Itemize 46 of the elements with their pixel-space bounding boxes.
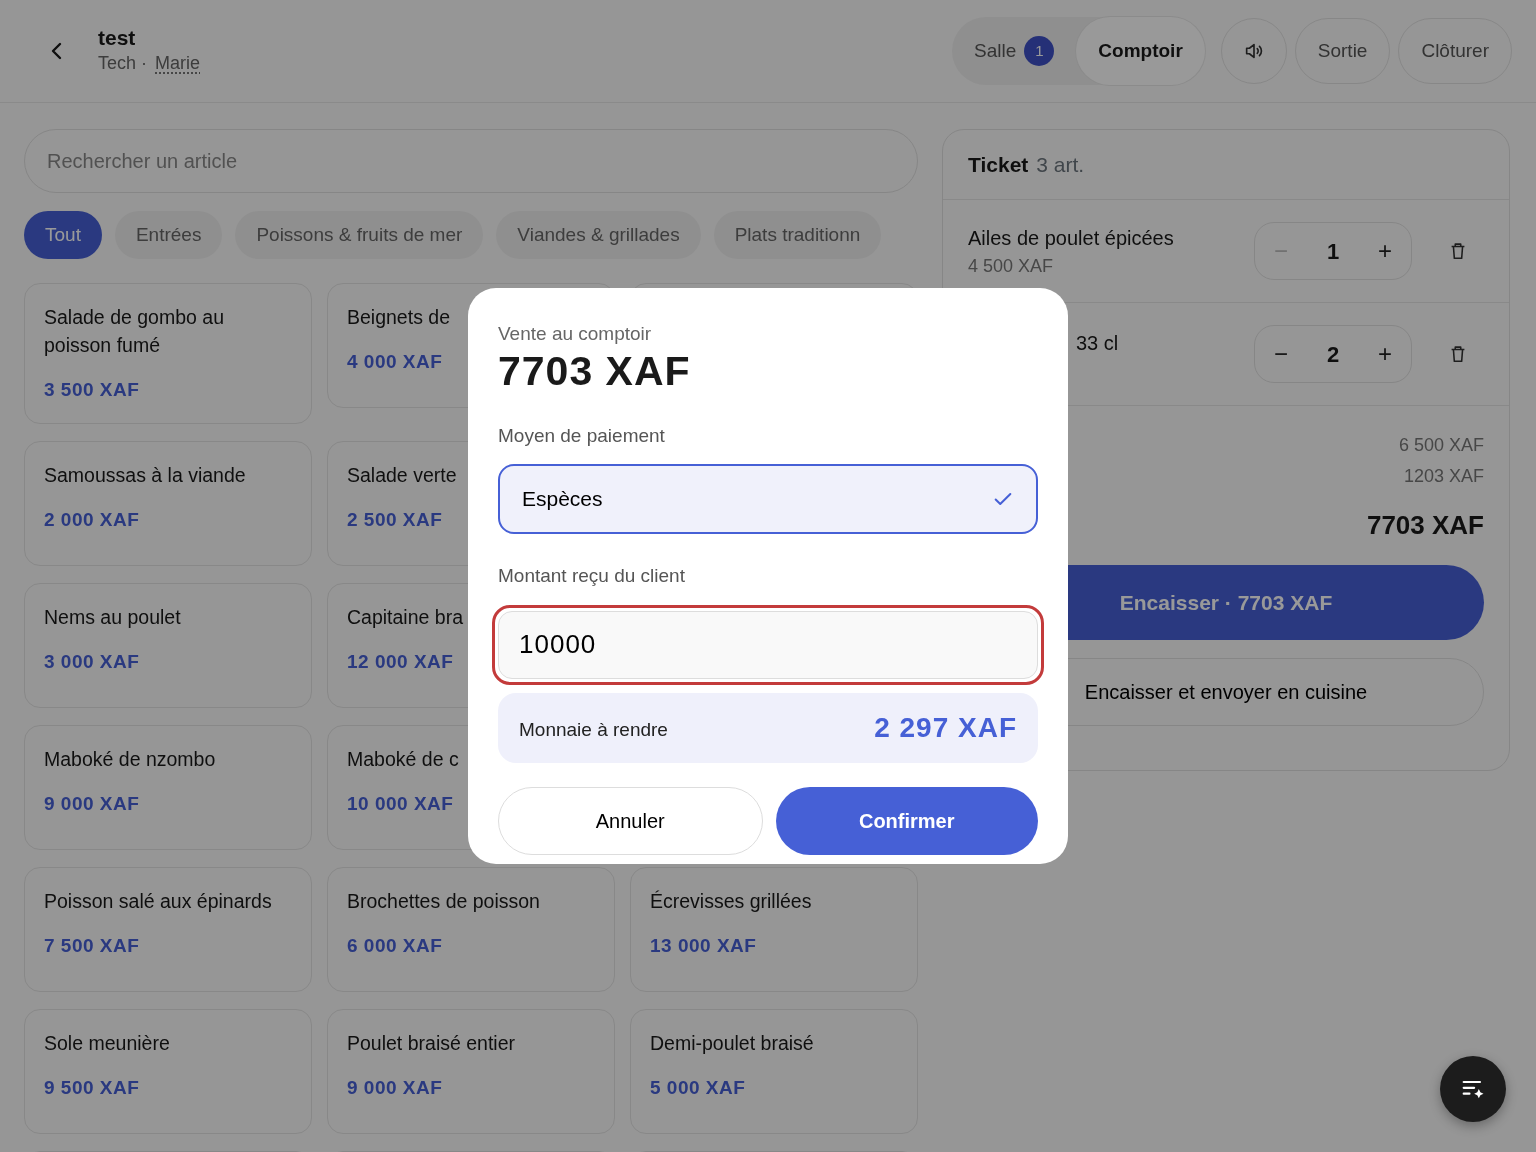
ticket-title: Ticket (968, 151, 1029, 178)
product-name: Poulet braisé entier (347, 1031, 516, 1054)
product-name: Salade de gombo au poisson fumé (44, 306, 224, 356)
product-price: 12 000 XAF (347, 650, 454, 672)
dialog-amount: 7703 XAF (498, 348, 692, 394)
product-price: 9 000 XAF (347, 1076, 443, 1098)
product-name: Salade verte (347, 463, 457, 486)
quantity-value: 2 (1325, 340, 1341, 369)
change-label: Monnaie à rendre (519, 718, 668, 743)
product-price: 7 500 XAF (44, 934, 140, 956)
line-name: 33 cl (1075, 331, 1120, 356)
product-name: Demi-poulet braisé (650, 1031, 814, 1054)
product-name: Écrevisses grillées (650, 889, 812, 912)
count-badge: 1 (1024, 36, 1055, 66)
product-name: Capitaine bra (347, 605, 463, 628)
product-price: 5 000 XAF (650, 1076, 746, 1098)
subtotal-value: 1203 XAF (1402, 465, 1484, 488)
product-price: 3 500 XAF (44, 379, 140, 400)
product-price: 13 000 XAF (650, 934, 757, 956)
product-price: 6 000 XAF (347, 934, 443, 956)
product-name: Samoussas à la viande (44, 463, 246, 486)
product-price: 4 000 XAF (347, 351, 443, 372)
page-title: test (98, 24, 137, 51)
item-count: 3 art. (1036, 151, 1085, 178)
line-name: Ailes de poulet épicées (968, 225, 1175, 251)
product-name: Maboké de c (347, 747, 459, 770)
quantity-value: 1 (1325, 237, 1341, 266)
product-price: 2 500 XAF (347, 508, 443, 530)
product-price: 3 000 XAF (44, 650, 140, 672)
product-name: Beignets de (347, 306, 450, 328)
dialog-subtitle: Vente au comptoir (498, 322, 653, 346)
method-label: Moyen de paiement (498, 423, 666, 448)
product-name: Sole meunière (44, 1031, 170, 1054)
product-name: Nems au poulet (44, 605, 181, 628)
product-price: 9 500 XAF (44, 1076, 140, 1098)
product-name: Brochettes de poisson (347, 889, 540, 912)
line-price: 4 500 XAF (968, 254, 1055, 278)
received-label: Montant reçu du client (498, 564, 686, 589)
product-price: 10 000 XAF (347, 792, 454, 814)
venue-label: Tech · (98, 52, 148, 76)
product-price: 9 000 XAF (44, 792, 140, 814)
product-price: 2 000 XAF (44, 508, 140, 530)
total-value: 7703 XAF (1365, 509, 1484, 542)
product-name: Maboké de nzombo (44, 747, 216, 770)
subtotal-value: 6 500 XAF (1397, 434, 1484, 457)
product-name: Poisson salé aux épinards (44, 889, 272, 912)
